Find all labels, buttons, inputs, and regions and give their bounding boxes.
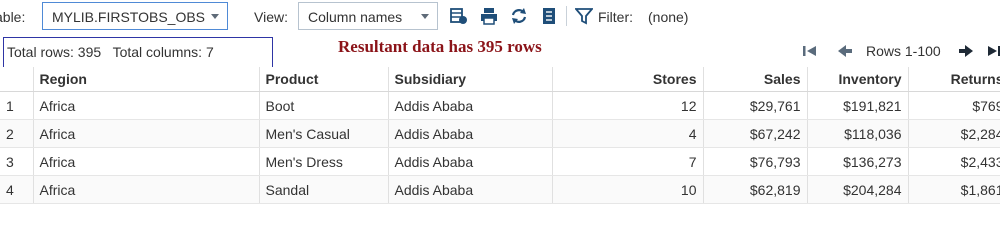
table-select[interactable]: MYLIB.FIRSTOBS_OBS	[42, 2, 228, 30]
toolbar: Table: MYLIB.FIRSTOBS_OBS View: Column n…	[0, 0, 1000, 34]
view-label: View:	[254, 9, 288, 25]
stores-cell: 12	[552, 91, 704, 120]
stores-cell: 4	[552, 119, 704, 148]
row-number-cell: 2	[0, 119, 34, 148]
previous-page-icon[interactable]	[837, 44, 853, 58]
subsidiary-cell: Addis Ababa	[388, 175, 553, 204]
annotation-text: Resultant data has 395 rows	[338, 37, 542, 56]
stores-cell: 10	[552, 175, 704, 204]
inventory-cell: $191,821	[807, 91, 909, 120]
column-header-subsidiary[interactable]: Subsidiary	[388, 67, 553, 92]
filter-value: (none)	[648, 9, 689, 25]
region-cell: Africa	[33, 147, 260, 176]
inventory-cell: $118,036	[807, 119, 909, 148]
print-icon[interactable]	[480, 7, 498, 25]
sales-cell: $76,793	[703, 147, 808, 176]
refresh-icon[interactable]	[510, 7, 528, 25]
table-properties-icon[interactable]	[450, 7, 468, 25]
row-number-cell: 1	[0, 91, 34, 120]
filter-icon[interactable]	[574, 7, 594, 25]
stores-cell: 7	[552, 147, 704, 176]
rows-range: Rows 1-100	[866, 43, 941, 59]
region-cell: Africa	[33, 175, 260, 204]
sales-cell: $29,761	[703, 91, 808, 120]
chevron-down-icon	[211, 14, 219, 19]
table-summary: Total rows: 395 Total columns: 7	[7, 44, 214, 60]
toolbar-divider	[566, 6, 567, 26]
last-page-icon[interactable]	[986, 44, 1000, 58]
table-header-row: Region Product Subsidiary Stores Sales I…	[0, 67, 1000, 92]
sales-cell: $67,242	[703, 119, 808, 148]
subsidiary-cell: Addis Ababa	[388, 119, 553, 148]
sales-cell: $62,819	[703, 175, 808, 204]
table-label: Table:	[0, 9, 26, 25]
returns-cell: $2,284	[908, 119, 1000, 148]
view-document-icon[interactable]	[540, 7, 558, 25]
product-cell: Sandal	[259, 175, 389, 204]
table-row[interactable]: 2 Africa Men's Casual Addis Ababa 4 $67,…	[0, 119, 1000, 148]
first-page-icon[interactable]	[802, 44, 818, 58]
filter-label: Filter:	[598, 9, 633, 25]
inventory-cell: $136,273	[807, 147, 909, 176]
column-header-returns[interactable]: Returns	[908, 67, 1000, 92]
column-header-row-number[interactable]	[0, 67, 34, 92]
chevron-down-icon	[421, 14, 429, 19]
subsidiary-cell: Addis Ababa	[388, 91, 553, 120]
column-header-product[interactable]: Product	[259, 67, 389, 92]
region-cell: Africa	[33, 119, 260, 148]
product-cell: Men's Dress	[259, 147, 389, 176]
view-select-value: Column names	[308, 9, 403, 25]
column-header-sales[interactable]: Sales	[703, 67, 808, 92]
subsidiary-cell: Addis Ababa	[388, 147, 553, 176]
table-row[interactable]: 1 Africa Boot Addis Ababa 12 $29,761 $19…	[0, 91, 1000, 120]
column-header-region[interactable]: Region	[33, 67, 260, 92]
next-page-icon[interactable]	[958, 44, 974, 58]
column-header-stores[interactable]: Stores	[552, 67, 704, 92]
product-cell: Boot	[259, 91, 389, 120]
region-cell: Africa	[33, 91, 260, 120]
column-header-inventory[interactable]: Inventory	[807, 67, 909, 92]
table-select-value: MYLIB.FIRSTOBS_OBS	[52, 9, 206, 25]
view-select[interactable]: Column names	[298, 2, 438, 30]
table-row[interactable]: 4 Africa Sandal Addis Ababa 10 $62,819 $…	[0, 175, 1000, 204]
row-number-cell: 4	[0, 175, 34, 204]
returns-cell: $1,861	[908, 175, 1000, 204]
inventory-cell: $204,284	[807, 175, 909, 204]
returns-cell: $769	[908, 91, 1000, 120]
returns-cell: $2,433	[908, 147, 1000, 176]
table-row[interactable]: 3 Africa Men's Dress Addis Ababa 7 $76,7…	[0, 147, 1000, 176]
row-number-cell: 3	[0, 147, 34, 176]
data-table: Region Product Subsidiary Stores Sales I…	[0, 67, 1000, 204]
product-cell: Men's Casual	[259, 119, 389, 148]
